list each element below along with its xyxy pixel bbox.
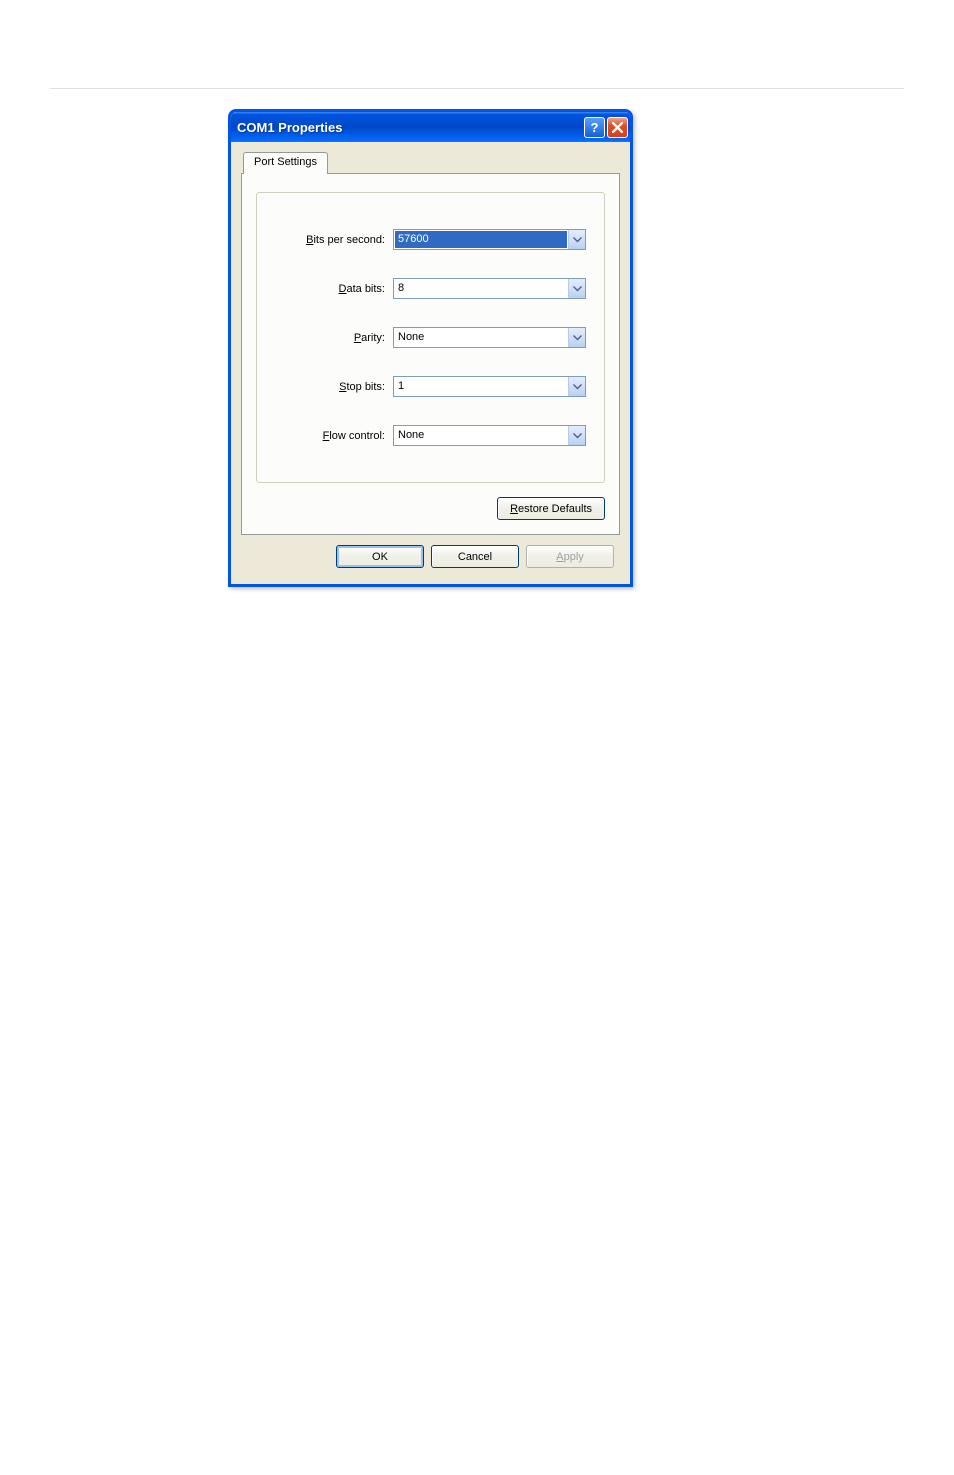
help-button[interactable]: ? — [584, 117, 605, 138]
tab-panel: Bits per second: 57600 Data bits: — [241, 173, 620, 535]
titlebar-buttons: ? — [584, 117, 628, 138]
titlebar[interactable]: COM1 Properties ? — [231, 112, 630, 142]
window-title: COM1 Properties — [237, 120, 584, 135]
dialog-body: Port Settings Bits per second: 57600 — [231, 142, 630, 584]
combo-flow-control-arrow[interactable] — [568, 426, 585, 445]
tabstrip: Port Settings — [241, 152, 620, 174]
settings-group: Bits per second: 57600 Data bits: — [256, 192, 605, 483]
label-stop-bits: Stop bits: — [275, 381, 393, 393]
chevron-down-icon — [573, 433, 582, 439]
restore-defaults-button[interactable]: Restore Defaults — [497, 497, 605, 520]
row-stop-bits: Stop bits: 1 — [275, 376, 586, 397]
cancel-button[interactable]: Cancel — [431, 545, 519, 568]
horizontal-rule — [50, 88, 904, 89]
row-data-bits: Data bits: 8 — [275, 278, 586, 299]
help-icon: ? — [591, 120, 599, 135]
apply-button[interactable]: Apply — [526, 545, 614, 568]
combo-flow-control-value: None — [394, 426, 568, 445]
close-button[interactable] — [607, 117, 628, 138]
combo-data-bits[interactable]: 8 — [393, 278, 586, 299]
label-data-bits: Data bits: — [275, 283, 393, 295]
combo-bits-per-second-arrow[interactable] — [568, 230, 585, 249]
combo-stop-bits-arrow[interactable] — [568, 377, 585, 396]
row-parity: Parity: None — [275, 327, 586, 348]
combo-parity[interactable]: None — [393, 327, 586, 348]
row-bits-per-second: Bits per second: 57600 — [275, 229, 586, 250]
chevron-down-icon — [573, 237, 582, 243]
dialog-button-row: OK Cancel Apply — [241, 535, 620, 572]
combo-flow-control[interactable]: None — [393, 425, 586, 446]
close-icon — [612, 122, 623, 133]
label-parity: Parity: — [275, 332, 393, 344]
label-flow-control: Flow control: — [275, 430, 393, 442]
restore-row: Restore Defaults — [256, 497, 605, 520]
com1-properties-dialog: COM1 Properties ? Port Settings — [228, 109, 633, 587]
label-bits-per-second: Bits per second: — [275, 234, 393, 246]
combo-bits-per-second-value: 57600 — [395, 231, 567, 248]
chevron-down-icon — [573, 335, 582, 341]
chevron-down-icon — [573, 286, 582, 292]
combo-data-bits-arrow[interactable] — [568, 279, 585, 298]
combo-parity-value: None — [394, 328, 568, 347]
combo-data-bits-value: 8 — [394, 279, 568, 298]
combo-parity-arrow[interactable] — [568, 328, 585, 347]
row-flow-control: Flow control: None — [275, 425, 586, 446]
chevron-down-icon — [573, 384, 582, 390]
combo-stop-bits-value: 1 — [394, 377, 568, 396]
tab-port-settings[interactable]: Port Settings — [243, 152, 328, 174]
combo-stop-bits[interactable]: 1 — [393, 376, 586, 397]
combo-bits-per-second[interactable]: 57600 — [393, 229, 586, 250]
ok-button[interactable]: OK — [336, 545, 424, 568]
